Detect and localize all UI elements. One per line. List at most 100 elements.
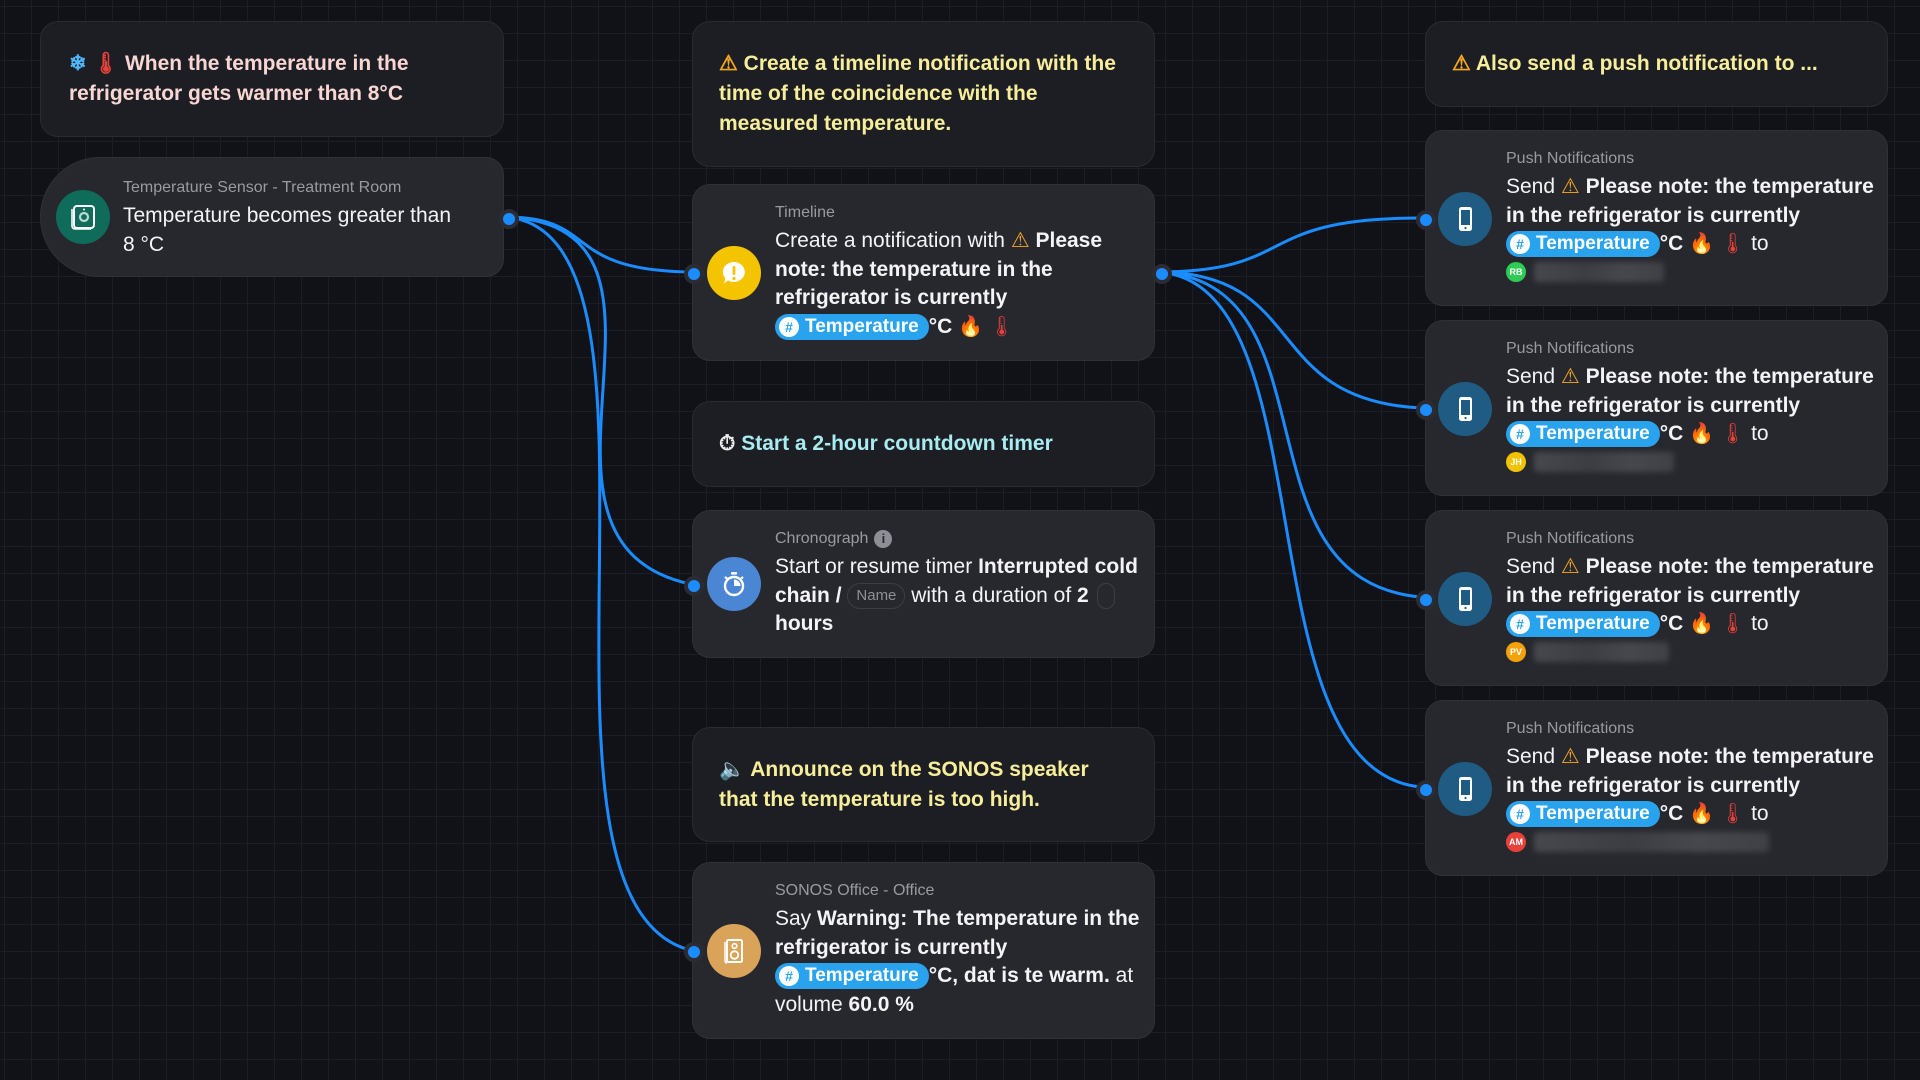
recipient-avatar[interactable]: PV xyxy=(1506,642,1526,663)
wire-timeline-to-push-2[interactable] xyxy=(1156,270,1422,410)
fire-icon: 🔥 xyxy=(1689,423,1715,446)
wire-sensor-to-chronograph[interactable] xyxy=(504,215,691,586)
snowflake-icon: ❄ xyxy=(69,52,87,75)
timeline-output-port[interactable] xyxy=(1152,264,1172,284)
sonos-node[interactable]: SONOS Office - Office Say Warning: The t… xyxy=(692,862,1155,1039)
timeline-comment[interactable]: ⚠ Create a timeline notification with th… xyxy=(692,21,1155,167)
separator: / xyxy=(835,583,842,607)
thermometer-icon: 🌡 xyxy=(1719,613,1746,636)
thermometer-icon: 🌡 xyxy=(92,52,120,75)
hash-icon: # xyxy=(779,316,799,337)
fire-icon: 🔥 xyxy=(958,315,984,338)
message-suffix[interactable]: °C, dat is te warm. xyxy=(929,964,1110,987)
trigger-condition: Temperature becomes greater than xyxy=(123,204,452,227)
name-field[interactable]: Name xyxy=(847,582,906,609)
sonos-speaker-icon xyxy=(707,924,761,978)
recipient-name-redacted[interactable] xyxy=(1534,642,1669,663)
hash-icon: # xyxy=(1510,424,1530,445)
node-subtitle: Timeline xyxy=(775,204,835,221)
to-label: to xyxy=(1751,802,1769,825)
push-input-port[interactable] xyxy=(1416,210,1436,230)
node-subtitle: Temperature Sensor - Treatment Room xyxy=(123,179,402,196)
push-comment[interactable]: ⚠ Also send a push notification to ... xyxy=(1425,21,1888,107)
temperature-variable-chip[interactable]: # Temperature xyxy=(1506,231,1660,258)
thermometer-icon: 🌡 xyxy=(1719,803,1746,826)
sonos-input-port[interactable] xyxy=(684,942,704,962)
wire-timeline-to-push-3[interactable] xyxy=(1156,270,1422,599)
unit-suffix: °C xyxy=(1659,232,1684,255)
recipient-avatar[interactable]: AM xyxy=(1506,832,1526,853)
chronograph-comment[interactable]: ⏱ Start a 2-hour countdown timer xyxy=(692,401,1155,487)
wire-timeline-to-push-4[interactable] xyxy=(1156,270,1422,789)
chronograph-comment-text: Start a 2-hour countdown timer xyxy=(741,432,1053,455)
notification-alert-icon xyxy=(707,246,761,300)
sonos-comment[interactable]: 🔈 Announce on the SONOS speaker that the… xyxy=(692,727,1155,842)
warning-icon: ⚠ xyxy=(1560,175,1580,198)
hash-icon: # xyxy=(1510,614,1530,635)
duration-unit[interactable]: hours xyxy=(775,612,833,635)
sonos-comment-text: Announce on the SONOS speaker that the t… xyxy=(719,757,1089,811)
thermometer-icon: 🌡 xyxy=(1719,423,1746,446)
thermometer-icon: 🌡 xyxy=(1719,233,1746,256)
duration-value[interactable]: 2 xyxy=(1077,584,1089,607)
push-input-port[interactable] xyxy=(1416,400,1436,420)
warning-icon: ⚠ xyxy=(1560,555,1580,578)
sensor-output-port[interactable] xyxy=(499,209,519,229)
push-notification-node[interactable]: Push Notifications Send ⚠ Please note: t… xyxy=(1425,130,1888,306)
smartphone-icon xyxy=(1438,382,1492,436)
thermometer-icon: 🌡 xyxy=(988,315,1015,338)
wire-timeline-to-push-1[interactable] xyxy=(1156,216,1422,274)
volume-value[interactable]: 60.0 % xyxy=(849,993,914,1016)
temperature-variable-chip[interactable]: # Temperature xyxy=(1506,421,1660,448)
recipient-name-redacted[interactable] xyxy=(1534,262,1664,283)
wire-sensor-to-timeline[interactable] xyxy=(504,215,691,274)
hash-icon: # xyxy=(1510,234,1530,255)
node-subtitle: Push Notifications xyxy=(1506,340,1635,357)
temperature-variable-chip[interactable]: # Temperature xyxy=(1506,801,1660,828)
timeline-input-port[interactable] xyxy=(684,264,704,284)
action-prefix: Start or resume timer xyxy=(775,555,973,578)
recipient-avatar[interactable]: RB xyxy=(1506,262,1526,283)
push-comment-text: Also send a push notification to ... xyxy=(1475,52,1818,75)
announcement-message[interactable]: Warning: The temperature in the refriger… xyxy=(775,907,1139,959)
trigger-threshold[interactable]: 8 °C xyxy=(123,233,164,256)
warning-icon: ⚠ xyxy=(1452,52,1471,75)
chronograph-input-port[interactable] xyxy=(684,576,704,596)
node-subtitle: Chronograph xyxy=(775,530,869,547)
to-label: to xyxy=(1751,422,1769,445)
temperature-variable-chip[interactable]: # Temperature xyxy=(775,313,929,340)
chronograph-node[interactable]: Chronograph i Start or resume timer Inter… xyxy=(692,510,1155,658)
recipient-name-redacted[interactable] xyxy=(1534,452,1674,473)
push-input-port[interactable] xyxy=(1416,590,1436,610)
wire-sensor-to-sonos[interactable] xyxy=(504,215,691,952)
recipient-avatar[interactable]: JH xyxy=(1506,452,1526,473)
warning-icon: ⚠ xyxy=(1010,229,1030,252)
smartphone-icon xyxy=(1438,572,1492,626)
temperature-variable-chip[interactable]: # Temperature xyxy=(1506,611,1660,638)
temperature-variable-chip[interactable]: # Temperature xyxy=(775,963,929,990)
speaker-icon: 🔈 xyxy=(719,757,746,781)
unit-suffix: °C xyxy=(1659,802,1684,825)
action-prefix: Create a notification with xyxy=(775,229,1005,252)
trigger-comment-text: When the temperature in the refrigerator… xyxy=(69,52,409,105)
temperature-sensor-icon xyxy=(56,190,110,244)
temperature-sensor-node[interactable]: Temperature Sensor - Treatment Room Temp… xyxy=(40,157,504,277)
push-notification-node[interactable]: Push Notifications Send ⚠ Please note: t… xyxy=(1425,320,1888,496)
push-notification-node[interactable]: Push Notifications Send ⚠ Please note: t… xyxy=(1425,700,1888,876)
fire-icon: 🔥 xyxy=(1689,613,1715,636)
push-input-port[interactable] xyxy=(1416,780,1436,800)
action-prefix: Send xyxy=(1506,175,1556,198)
action-prefix: Send xyxy=(1506,365,1556,388)
fire-icon: 🔥 xyxy=(1689,233,1715,256)
recipient-name-redacted[interactable] xyxy=(1534,832,1769,853)
info-icon[interactable]: i xyxy=(874,530,893,548)
node-subtitle: SONOS Office - Office xyxy=(775,882,935,899)
duration-empty-field[interactable] xyxy=(1096,582,1115,609)
unit-suffix: °C xyxy=(1659,422,1684,445)
stopwatch-icon: ⏱ xyxy=(719,432,736,455)
push-notification-node[interactable]: Push Notifications Send ⚠ Please note: t… xyxy=(1425,510,1888,686)
action-prefix: Send xyxy=(1506,745,1556,768)
timeline-node[interactable]: Timeline Create a notification with ⚠ Pl… xyxy=(692,184,1155,361)
smartphone-icon xyxy=(1438,192,1492,246)
trigger-comment[interactable]: ❄ 🌡 When the temperature in the refriger… xyxy=(40,21,504,137)
